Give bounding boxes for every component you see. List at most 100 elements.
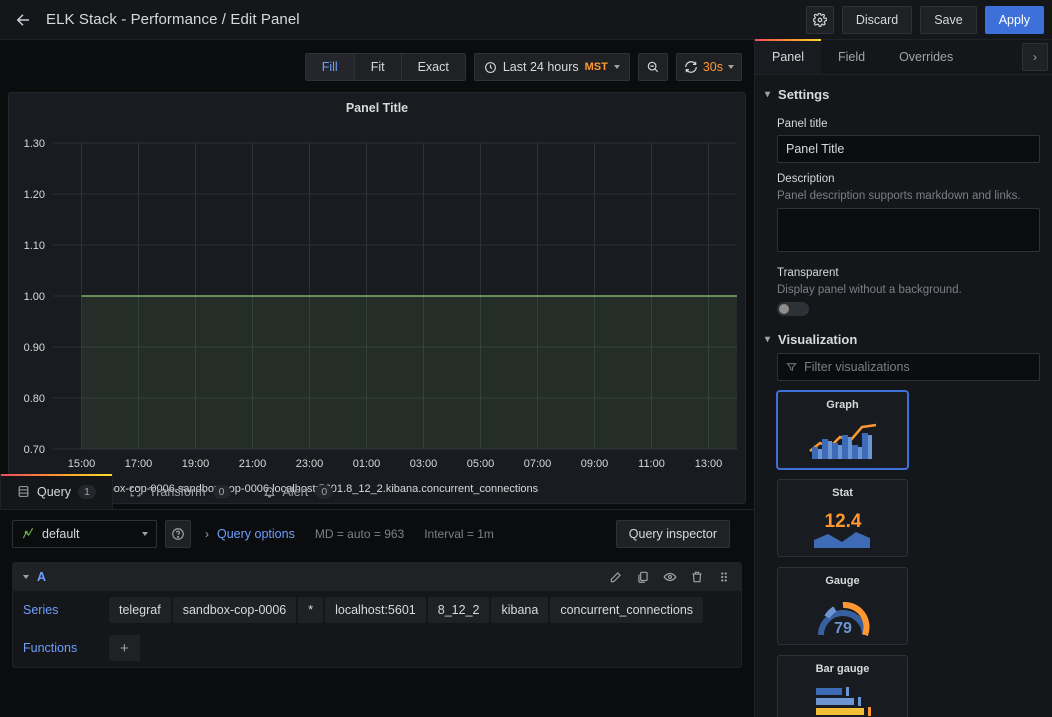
svg-text:19:00: 19:00	[182, 458, 210, 470]
panel-title-text: Panel Title	[345, 101, 409, 115]
chevron-down-icon	[728, 65, 734, 69]
chevron-down-icon	[142, 532, 148, 536]
chevron-down-icon: ▾	[765, 334, 771, 345]
transparent-toggle[interactable]	[777, 302, 809, 316]
database-icon	[18, 486, 29, 497]
bell-icon	[263, 487, 275, 498]
refresh-icon	[685, 61, 697, 73]
series-segments: telegraf sandbox-cop-0006 * localhost:5601 8…	[109, 597, 705, 623]
visualization-card-icon: 12.4	[778, 501, 907, 556]
datasource-row: default › Query options MD = auto = 963 …	[0, 510, 754, 548]
tab-overrides[interactable]: Overrides	[882, 39, 970, 74]
visualization-card-icon: 79	[778, 589, 907, 644]
drag-handle-icon[interactable]	[717, 570, 731, 584]
svg-text:13:00: 13:00	[695, 458, 723, 470]
options-pane: Panel Field Overrides › ▾ Settings Panel…	[754, 39, 1052, 717]
time-range-label: Last 24 hours	[502, 60, 579, 74]
series-segment[interactable]: telegraf	[109, 597, 171, 623]
series-segment[interactable]: sandbox-cop-0006	[172, 597, 297, 623]
fit-mode-exact[interactable]: Exact	[401, 54, 465, 80]
plot-area[interactable]: 0.70 0.80 0.90 1.00 1.10 1.20 1.30 15:00 17:00 1…	[9, 119, 747, 505]
svg-text:1.10: 1.10	[24, 240, 45, 252]
series-row: Series telegraf sandbox-cop-0006 * localhos…	[13, 591, 741, 629]
svg-text:0.80: 0.80	[24, 393, 45, 405]
apply-button[interactable]: Apply	[984, 6, 1044, 34]
series-segment[interactable]: localhost:5601	[325, 597, 426, 623]
datasource-name: default	[42, 527, 80, 541]
visualization-card-gauge[interactable]: Gauge 79	[777, 567, 908, 645]
svg-text:12.4: 12.4	[824, 511, 861, 532]
add-function-button[interactable]: +	[109, 635, 140, 661]
fit-mode-fit[interactable]: Fit	[354, 54, 402, 80]
query-options-label: Query options	[217, 527, 295, 541]
series-segment[interactable]: concurrent_connections	[550, 597, 704, 623]
discard-button[interactable]: Discard	[841, 6, 913, 34]
visualization-filter[interactable]	[777, 353, 1040, 381]
tab-query-label: Query	[37, 484, 72, 499]
settings-section-header[interactable]: ▾ Settings	[755, 75, 1052, 108]
time-range-picker[interactable]: Last 24 hours MST	[473, 53, 630, 81]
tab-alert-badge: 0	[315, 484, 334, 499]
eye-icon[interactable]	[663, 570, 677, 584]
svg-text:1.20: 1.20	[24, 189, 45, 201]
save-button[interactable]: Save	[920, 6, 977, 34]
app-header: ELK Stack - Performance / Edit Panel Dis…	[0, 0, 1052, 40]
copy-icon[interactable]	[636, 570, 650, 584]
visualization-card-label: Bar gauge	[815, 663, 870, 675]
trash-icon[interactable]	[690, 570, 704, 584]
tab-transform[interactable]: Transform 0	[113, 474, 247, 509]
series-segment[interactable]: *	[298, 597, 324, 623]
svg-text:0.90: 0.90	[24, 342, 45, 354]
panel-title-input[interactable]	[777, 135, 1040, 163]
chevron-right-icon: ›	[205, 527, 209, 541]
visualization-grid: Graph Stat 12.4 Gauge 79 Bar gauge	[777, 391, 1040, 717]
query-row-header: A	[13, 563, 741, 591]
settings-button[interactable]	[805, 6, 834, 34]
visualization-card-label: Stat	[832, 487, 853, 499]
visualization-card-label: Gauge	[825, 575, 860, 587]
transform-icon	[130, 486, 141, 497]
pencil-icon[interactable]	[609, 570, 623, 584]
query-options-md: MD = auto = 963	[314, 527, 405, 541]
visualization-section-header[interactable]: ▾ Visualization	[755, 316, 1052, 353]
visualization-card-label: Graph	[826, 399, 859, 411]
svg-text:15:00: 15:00	[68, 458, 96, 470]
zoom-out-button[interactable]	[637, 53, 668, 81]
query-options-toggle[interactable]: › Query options	[205, 527, 295, 541]
chevron-down-icon: ▾	[765, 89, 771, 100]
query-options-interval: Interval = 1m	[424, 527, 494, 541]
chevron-right-icon: ›	[1033, 50, 1037, 64]
datasource-picker[interactable]: default	[12, 520, 157, 548]
visualization-card-bar-gauge[interactable]: Bar gauge	[777, 655, 908, 717]
series-segment[interactable]: kibana	[491, 597, 549, 623]
chevron-down-icon[interactable]	[23, 575, 29, 579]
series-segment[interactable]: 8_12_2	[427, 597, 490, 623]
description-textarea[interactable]	[777, 208, 1040, 252]
visualization-card-icon	[778, 677, 907, 717]
visualization-card-stat[interactable]: Stat 12.4	[777, 479, 908, 557]
chart-svg: 0.70 0.80 0.90 1.00 1.10 1.20 1.30 15:00 17:00 1…	[24, 138, 737, 470]
page-title: ELK Stack - Performance / Edit Panel	[46, 11, 300, 28]
svg-text:09:00: 09:00	[581, 458, 609, 470]
tab-alert[interactable]: Alert 0	[247, 474, 350, 509]
svg-text:05:00: 05:00	[467, 458, 495, 470]
collapse-options-button[interactable]: ›	[1022, 43, 1048, 71]
query-inspector-button[interactable]: Query inspector	[615, 520, 730, 548]
tab-field[interactable]: Field	[821, 39, 882, 74]
back-button[interactable]	[0, 0, 46, 40]
transparent-help: Display panel without a background.	[777, 284, 962, 296]
fit-mode-fill[interactable]: Fill	[305, 54, 355, 80]
visualization-card-graph[interactable]: Graph	[777, 391, 908, 469]
tab-query[interactable]: Query 1	[0, 474, 114, 509]
refresh-interval-label: 30s	[702, 60, 723, 74]
visualization-filter-input[interactable]	[804, 360, 1031, 374]
options-tabs: Panel Field Overrides ›	[755, 39, 1052, 75]
editor-left-column: Fill Fit Exact Last 24 hours MST 30s Pan…	[0, 40, 754, 717]
tab-panel[interactable]: Panel	[755, 39, 821, 74]
query-editor-body: default › Query options MD = auto = 963 …	[0, 510, 754, 668]
refresh-button[interactable]: 30s	[675, 53, 742, 81]
datasource-help-button[interactable]	[165, 520, 191, 548]
settings-section-title: Settings	[778, 87, 830, 102]
panel-title-label: Panel title	[777, 118, 828, 130]
query-refid: A	[37, 570, 47, 584]
